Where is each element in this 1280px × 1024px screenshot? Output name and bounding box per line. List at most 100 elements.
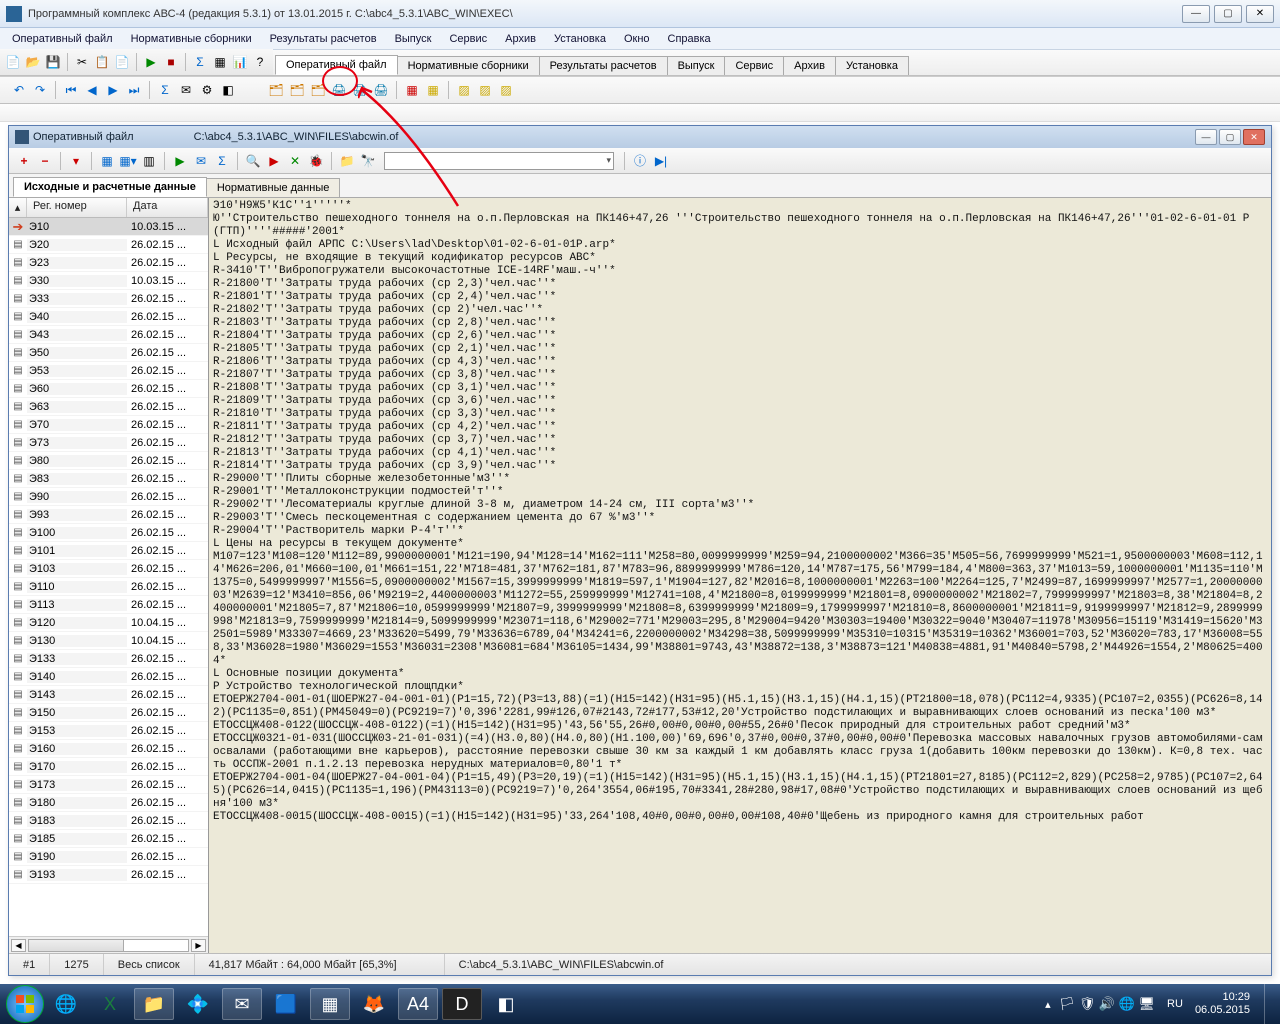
tool-c-icon[interactable]: 🗂 bbox=[309, 81, 327, 99]
table-row[interactable]: ▤Э10126.02.15 ... bbox=[9, 542, 208, 560]
task-app4-icon[interactable]: ◧ bbox=[486, 988, 526, 1020]
table-row[interactable]: ▤Э19026.02.15 ... bbox=[9, 848, 208, 866]
doc-g2-icon[interactable]: ▨ bbox=[476, 81, 494, 99]
list-body[interactable]: ➔Э1010.03.15 ...▤Э2026.02.15 ...▤Э2326.0… bbox=[9, 218, 208, 936]
grid-icon[interactable]: ▦ bbox=[98, 152, 116, 170]
selector-dropdown[interactable] bbox=[384, 152, 614, 170]
table-row[interactable]: ▤Э5026.02.15 ... bbox=[9, 344, 208, 362]
table-row[interactable]: ▤Э15326.02.15 ... bbox=[9, 722, 208, 740]
table-row[interactable]: ▤Э9326.02.15 ... bbox=[9, 506, 208, 524]
run-icon[interactable]: ▶ bbox=[142, 53, 160, 71]
child-minimize-button[interactable]: — bbox=[1195, 129, 1217, 145]
table-row[interactable]: ▤Э13326.02.15 ... bbox=[9, 650, 208, 668]
col-date[interactable]: Дата bbox=[127, 198, 208, 217]
table-row[interactable]: ▤Э7026.02.15 ... bbox=[9, 416, 208, 434]
tray-language[interactable]: RU bbox=[1163, 996, 1187, 1012]
export-icon[interactable]: ▶ bbox=[265, 152, 283, 170]
cut-icon[interactable]: ✂ bbox=[73, 53, 91, 71]
table-row[interactable]: ▤Э4326.02.15 ... bbox=[9, 326, 208, 344]
add-icon[interactable]: + bbox=[15, 152, 33, 170]
task-thunderbird-icon[interactable]: ✉ bbox=[222, 988, 262, 1020]
table-row[interactable]: ▤Э14326.02.15 ... bbox=[9, 686, 208, 704]
start-button[interactable] bbox=[6, 985, 44, 1023]
menu-item[interactable]: Результаты расчетов bbox=[262, 31, 385, 47]
table-row[interactable]: ▤Э2026.02.15 ... bbox=[9, 236, 208, 254]
table-row[interactable]: ▤Э7326.02.15 ... bbox=[9, 434, 208, 452]
table-row[interactable]: ▤Э6326.02.15 ... bbox=[9, 398, 208, 416]
table-icon[interactable]: ▦ bbox=[211, 53, 229, 71]
undo-icon[interactable]: ↶ bbox=[10, 81, 28, 99]
task-explorer-icon[interactable]: 📁 bbox=[134, 988, 174, 1020]
task-app3-icon[interactable]: D bbox=[442, 988, 482, 1020]
save-icon[interactable]: 💾 bbox=[44, 53, 62, 71]
help-icon[interactable]: ? bbox=[251, 53, 269, 71]
table-row[interactable]: ▤Э9026.02.15 ... bbox=[9, 488, 208, 506]
table-row[interactable]: ▤Э10026.02.15 ... bbox=[9, 524, 208, 542]
col-reg-number[interactable]: Рег. номер bbox=[27, 198, 127, 217]
minimize-button[interactable]: — bbox=[1182, 5, 1210, 23]
child-close-button[interactable]: ✕ bbox=[1243, 129, 1265, 145]
doc-g1-icon[interactable]: ▨ bbox=[455, 81, 473, 99]
task-firefox-icon[interactable]: 🦊 bbox=[354, 988, 394, 1020]
child-maximize-button[interactable]: ▢ bbox=[1219, 129, 1241, 145]
table-row[interactable]: ▤Э10326.02.15 ... bbox=[9, 560, 208, 578]
task-ie-icon[interactable]: 🌐 bbox=[46, 988, 86, 1020]
nav-next-icon[interactable]: ▶ bbox=[104, 81, 122, 99]
task-excel-icon[interactable]: X bbox=[90, 988, 130, 1020]
show-desktop-button[interactable] bbox=[1264, 984, 1274, 1024]
main-tab[interactable]: Результаты расчетов bbox=[539, 56, 668, 75]
flag-icon[interactable]: ▾ bbox=[67, 152, 85, 170]
document-text-pane[interactable]: Э10'Н9Ж5'К1С''1'''''* Ю''Строительство п… bbox=[209, 198, 1271, 953]
nav-prev-icon[interactable]: ◀ bbox=[83, 81, 101, 99]
inner-tab[interactable]: Исходные и расчетные данные bbox=[13, 177, 207, 197]
table-row[interactable]: ▤Э14026.02.15 ... bbox=[9, 668, 208, 686]
main-tab[interactable]: Нормативные сборники bbox=[397, 56, 540, 75]
main-tab[interactable]: Выпуск bbox=[667, 56, 726, 75]
table-row[interactable]: ▤Э8326.02.15 ... bbox=[9, 470, 208, 488]
table-row[interactable]: ▤Э18526.02.15 ... bbox=[9, 830, 208, 848]
table-row[interactable]: ➔Э1010.03.15 ... bbox=[9, 218, 208, 236]
table-row[interactable]: ▤Э18026.02.15 ... bbox=[9, 794, 208, 812]
paste-icon[interactable]: 📄 bbox=[113, 53, 131, 71]
tool-e-icon[interactable]: 🖨 bbox=[351, 81, 369, 99]
table-row[interactable]: ▤Э15026.02.15 ... bbox=[9, 704, 208, 722]
table-row[interactable]: ▤Э8026.02.15 ... bbox=[9, 452, 208, 470]
import-icon[interactable]: ✕ bbox=[286, 152, 304, 170]
misc-icon[interactable]: ◧ bbox=[219, 81, 237, 99]
table-row[interactable]: ▤Э12010.04.15 ... bbox=[9, 614, 208, 632]
close-button[interactable]: ✕ bbox=[1246, 5, 1274, 23]
nav-last-icon[interactable]: ⏭ bbox=[125, 81, 143, 99]
tray-clock[interactable]: 10:29 06.05.2015 bbox=[1195, 991, 1250, 1017]
main-tab[interactable]: Сервис bbox=[724, 56, 784, 75]
table-row[interactable]: ▤Э11326.02.15 ... bbox=[9, 596, 208, 614]
find-icon[interactable]: 🔍 bbox=[244, 152, 262, 170]
table-row[interactable]: ▤Э17326.02.15 ... bbox=[9, 776, 208, 794]
sort-indicator-icon[interactable]: ▴ bbox=[9, 198, 27, 217]
table-row[interactable]: ▤Э3326.02.15 ... bbox=[9, 290, 208, 308]
nav-first-icon[interactable]: ⏮ bbox=[62, 81, 80, 99]
binoculars-icon[interactable]: 🔭 bbox=[359, 152, 377, 170]
play-icon[interactable]: ▶ bbox=[171, 152, 189, 170]
stop-icon[interactable]: ■ bbox=[162, 53, 180, 71]
copy-icon[interactable]: 📋 bbox=[93, 53, 111, 71]
scroll-thumb[interactable] bbox=[29, 940, 124, 951]
tray-expand-icon[interactable]: ▴ bbox=[1045, 998, 1051, 1011]
tool-f-icon[interactable]: 🖨 bbox=[372, 81, 390, 99]
menu-item[interactable]: Выпуск bbox=[387, 31, 440, 47]
menu-item[interactable]: Нормативные сборники bbox=[123, 31, 260, 47]
menu-item[interactable]: Архив bbox=[497, 31, 544, 47]
table-row[interactable]: ▤Э3010.03.15 ... bbox=[9, 272, 208, 290]
envelope-icon[interactable]: ✉ bbox=[177, 81, 195, 99]
sigma-icon[interactable]: Σ bbox=[213, 152, 231, 170]
table-row[interactable]: ▤Э17026.02.15 ... bbox=[9, 758, 208, 776]
table-row[interactable]: ▤Э13010.04.15 ... bbox=[9, 632, 208, 650]
inner-tab[interactable]: Нормативные данные bbox=[206, 178, 341, 197]
gear-icon[interactable]: ⚙ bbox=[198, 81, 216, 99]
tool-d-icon[interactable]: 🖨 bbox=[330, 81, 348, 99]
tool-icon[interactable]: 🐞 bbox=[307, 152, 325, 170]
menu-item[interactable]: Окно bbox=[616, 31, 658, 47]
barcode-icon[interactable]: ▥ bbox=[140, 152, 158, 170]
doc-red-icon[interactable]: ▦ bbox=[403, 81, 421, 99]
table-row[interactable]: ▤Э2326.02.15 ... bbox=[9, 254, 208, 272]
tool-b-icon[interactable]: 🗂 bbox=[288, 81, 306, 99]
